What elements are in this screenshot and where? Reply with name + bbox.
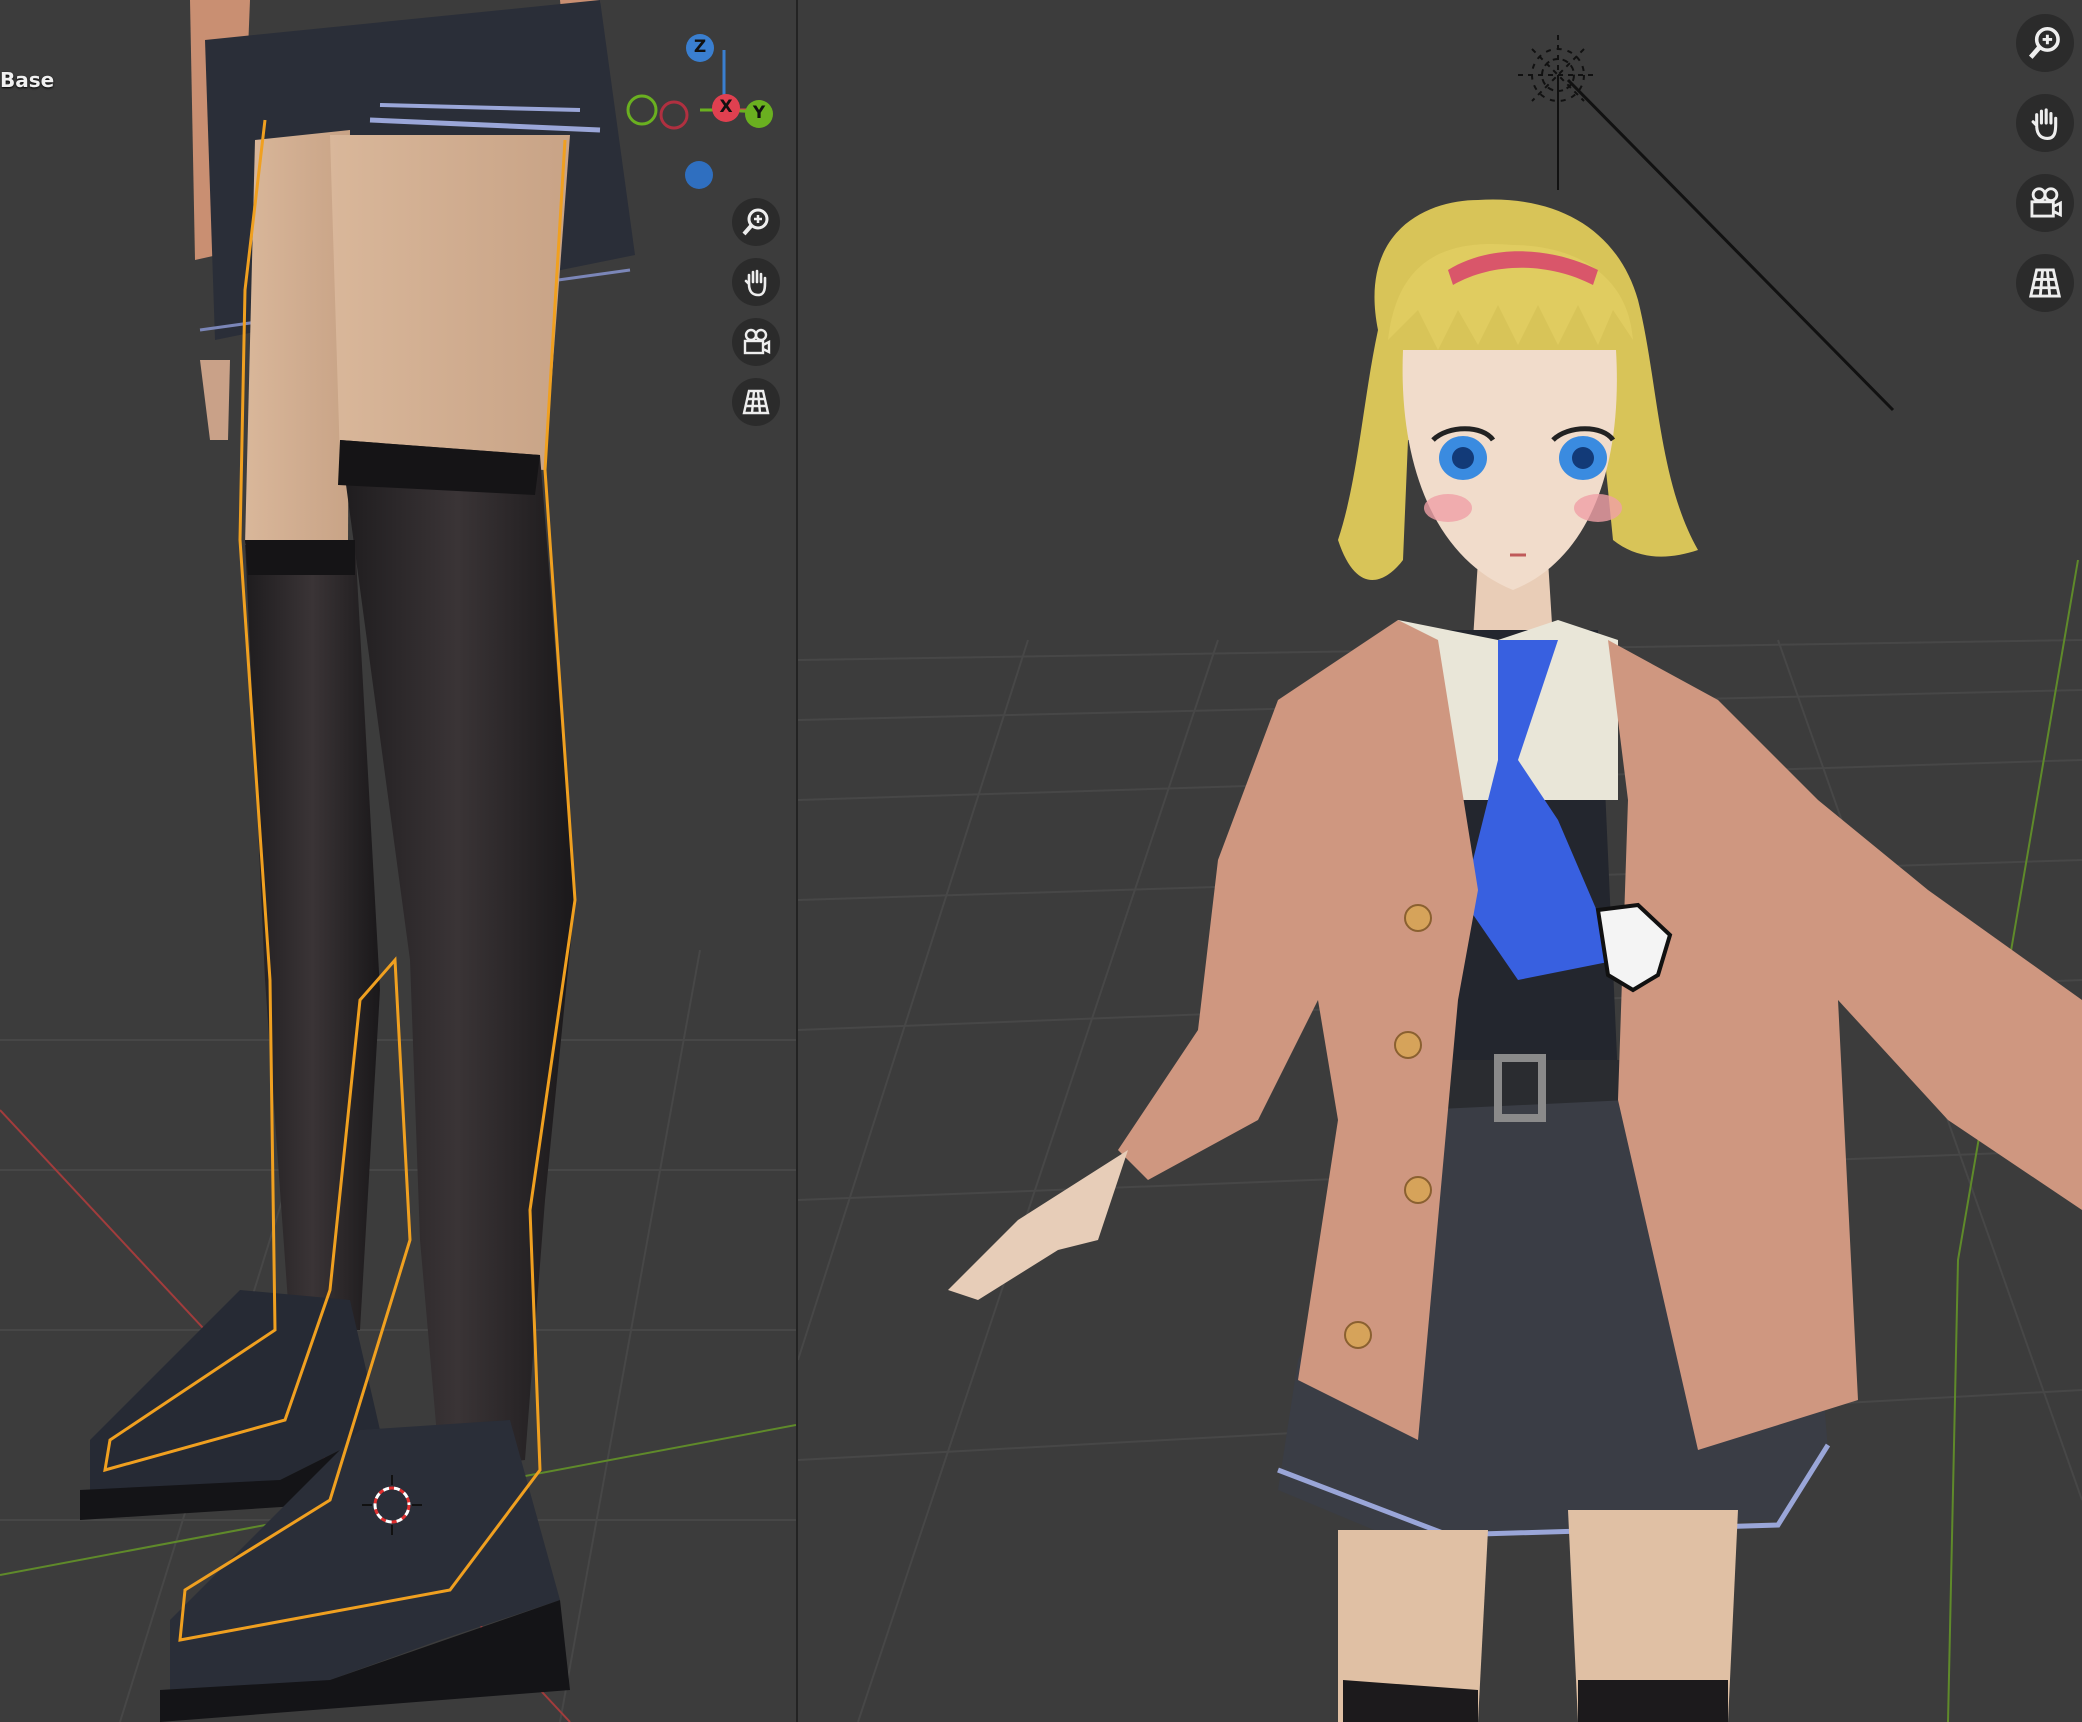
viewport-right[interactable]: [798, 0, 2082, 1722]
scene-right: [798, 35, 2082, 1722]
gizmo-x-label: X: [719, 97, 733, 117]
stocking-left: [245, 540, 380, 1330]
gizmo-neg-z-handle: [685, 161, 713, 189]
gizmo-y-label: Y: [752, 103, 766, 123]
zoom-in-icon: [742, 208, 769, 236]
scene-left: [0, 0, 796, 1722]
hand: [948, 1150, 1128, 1300]
hand: [200, 360, 230, 440]
camera-view-button[interactable]: [732, 318, 780, 366]
camera-icon: [2030, 187, 2062, 218]
viewport-left[interactable]: Base Z X Y: [0, 0, 796, 1722]
object-name-label: Base: [0, 68, 55, 92]
blender-window: Base Z X Y: [0, 0, 2082, 1722]
navigation-gizmo[interactable]: Z X Y: [618, 30, 788, 200]
cardigan: [1118, 620, 1478, 1440]
perspective-toggle-button[interactable]: [732, 378, 780, 426]
pan-button[interactable]: [2016, 94, 2074, 152]
gizmo-z-label: Z: [693, 37, 707, 57]
hand-pan-icon: [744, 269, 767, 297]
hand-pan-icon: [2031, 108, 2058, 140]
camera-view-button[interactable]: [2016, 174, 2074, 232]
zoom-button[interactable]: [2016, 14, 2074, 72]
perspective-toggle-button[interactable]: [2016, 254, 2074, 312]
camera-icon: [743, 328, 771, 355]
gizmo-neg-y-handle: [626, 94, 658, 126]
zoom-button[interactable]: [732, 198, 780, 246]
grid-icon: [742, 389, 770, 415]
grid-icon: [2028, 268, 2062, 298]
pan-button[interactable]: [732, 258, 780, 306]
thigh-right: [330, 135, 570, 470]
gizmo-neg-x-handle: [659, 100, 689, 130]
zoom-in-icon: [2028, 26, 2060, 59]
